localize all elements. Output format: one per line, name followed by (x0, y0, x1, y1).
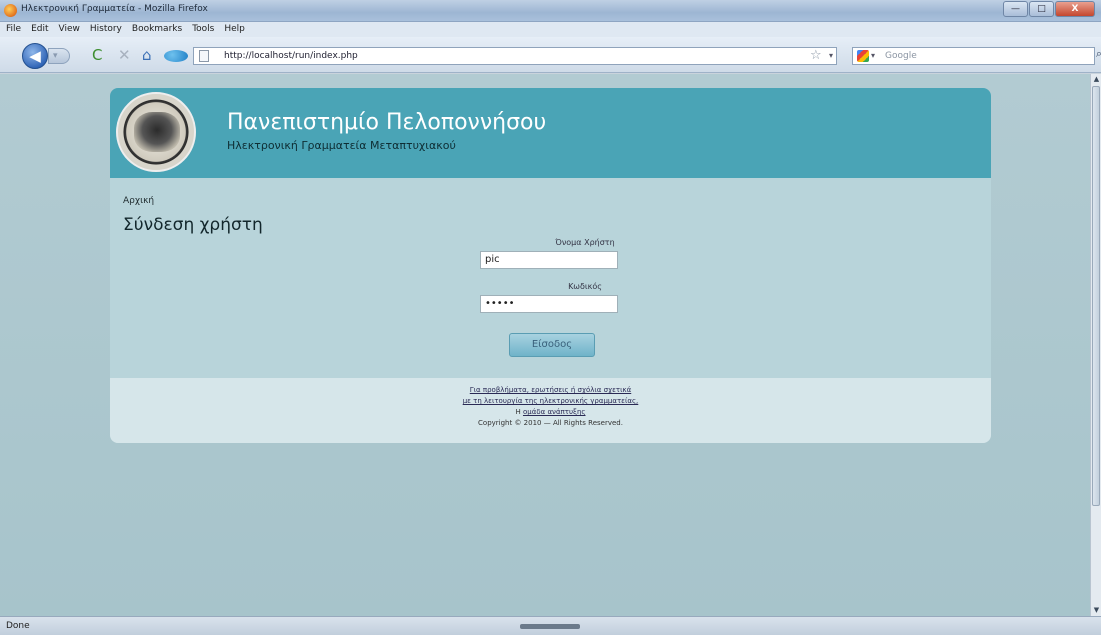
window-title-bar: Ηλεκτρονική Γραμματεία - Mozilla Firefox… (0, 0, 1101, 22)
history-dropdown-icon[interactable]: ▾ (829, 51, 833, 60)
firefox-icon (4, 4, 17, 17)
page-title: Σύνδεση χρήστη (123, 215, 263, 235)
search-icon[interactable]: ⌕ (1096, 47, 1101, 61)
status-bar: Done (0, 616, 1101, 635)
breadcrumb[interactable]: Αρχική (123, 196, 154, 206)
status-bar-grip (520, 624, 580, 629)
scroll-up-arrow-icon[interactable]: ▲ (1092, 75, 1101, 84)
menu-history[interactable]: History (90, 22, 122, 37)
site-footer: Για προβλήματα, ερωτήσεις ή σχόλια σχετι… (110, 378, 991, 443)
footer-contact-link-2[interactable]: με τη λειτουργία της ηλεκτρονικής γραμμα… (110, 396, 991, 407)
password-input[interactable]: ••••• (480, 295, 618, 313)
minimize-button[interactable]: — (1003, 1, 1028, 17)
page-icon (199, 50, 209, 62)
search-placeholder[interactable]: Google (885, 48, 917, 64)
navigation-toolbar: ◀ ▾ C ✕ ⌂ http://localhost/run/index.php… (0, 37, 1101, 73)
menu-tools[interactable]: Tools (192, 22, 214, 37)
stop-icon[interactable]: ✕ (118, 47, 131, 63)
forward-dropdown-button[interactable]: ▾ (48, 48, 70, 64)
reload-icon[interactable]: C (92, 47, 102, 63)
menu-bar: File Edit View History Bookmarks Tools H… (0, 22, 1101, 37)
bird-icon[interactable] (164, 50, 188, 62)
copyright-text: Copyright © 2010 — All Rights Reserved. (478, 419, 623, 427)
vertical-scrollbar[interactable]: ▲ ▼ (1090, 74, 1101, 616)
home-icon[interactable]: ⌂ (142, 47, 152, 63)
menu-edit[interactable]: Edit (31, 22, 48, 37)
username-label: Όνομα Χρήστη (555, 238, 615, 247)
menu-help[interactable]: Help (224, 22, 245, 37)
footer-team-line: Η ομάδα ανάπτυξης (110, 407, 991, 418)
university-logo (116, 92, 196, 172)
back-button[interactable]: ◀ (22, 43, 48, 69)
search-engine-dropdown-icon[interactable]: ▾ (871, 48, 875, 64)
address-bar[interactable]: http://localhost/run/index.php (193, 47, 837, 65)
menu-view[interactable]: View (59, 22, 80, 37)
page-card: Πανεπιστημίο Πελοποννήσου Ηλεκτρονική Γρ… (110, 88, 991, 443)
site-header: Πανεπιστημίο Πελοποννήσου Ηλεκτρονική Γρ… (110, 88, 991, 178)
footer-team-link[interactable]: ομάδα ανάπτυξης (523, 408, 586, 416)
scroll-down-arrow-icon[interactable]: ▼ (1092, 606, 1101, 615)
page-viewport: Πανεπιστημίο Πελοποννήσου Ηλεκτρονική Γρ… (0, 74, 1090, 616)
username-input[interactable]: pic (480, 251, 618, 269)
login-button[interactable]: Είσοδος (509, 333, 595, 357)
scrollbar-thumb[interactable] (1092, 86, 1100, 506)
search-bar[interactable]: ▾ Google (852, 47, 1095, 65)
window-controls: — □ X (1002, 1, 1095, 17)
maximize-button[interactable]: □ (1029, 1, 1054, 17)
site-title: Πανεπιστημίο Πελοποννήσου (227, 110, 547, 135)
footer-team-prefix: Η (515, 408, 521, 416)
password-label: Κωδικός (568, 282, 602, 291)
bookmark-star-icon[interactable]: ☆ (810, 48, 822, 63)
menu-bookmarks[interactable]: Bookmarks (132, 22, 182, 37)
status-text: Done (6, 621, 30, 631)
footer-contact-link-1[interactable]: Για προβλήματα, ερωτήσεις ή σχόλια σχετι… (110, 385, 991, 396)
google-icon[interactable] (857, 50, 869, 62)
site-subtitle: Ηλεκτρονική Γραμματεία Μεταπτυχιακού (227, 139, 456, 152)
url-text[interactable]: http://localhost/run/index.php (224, 48, 358, 64)
close-button[interactable]: X (1055, 1, 1095, 17)
window-title: Ηλεκτρονική Γραμματεία - Mozilla Firefox (21, 4, 208, 14)
menu-file[interactable]: File (6, 22, 21, 37)
